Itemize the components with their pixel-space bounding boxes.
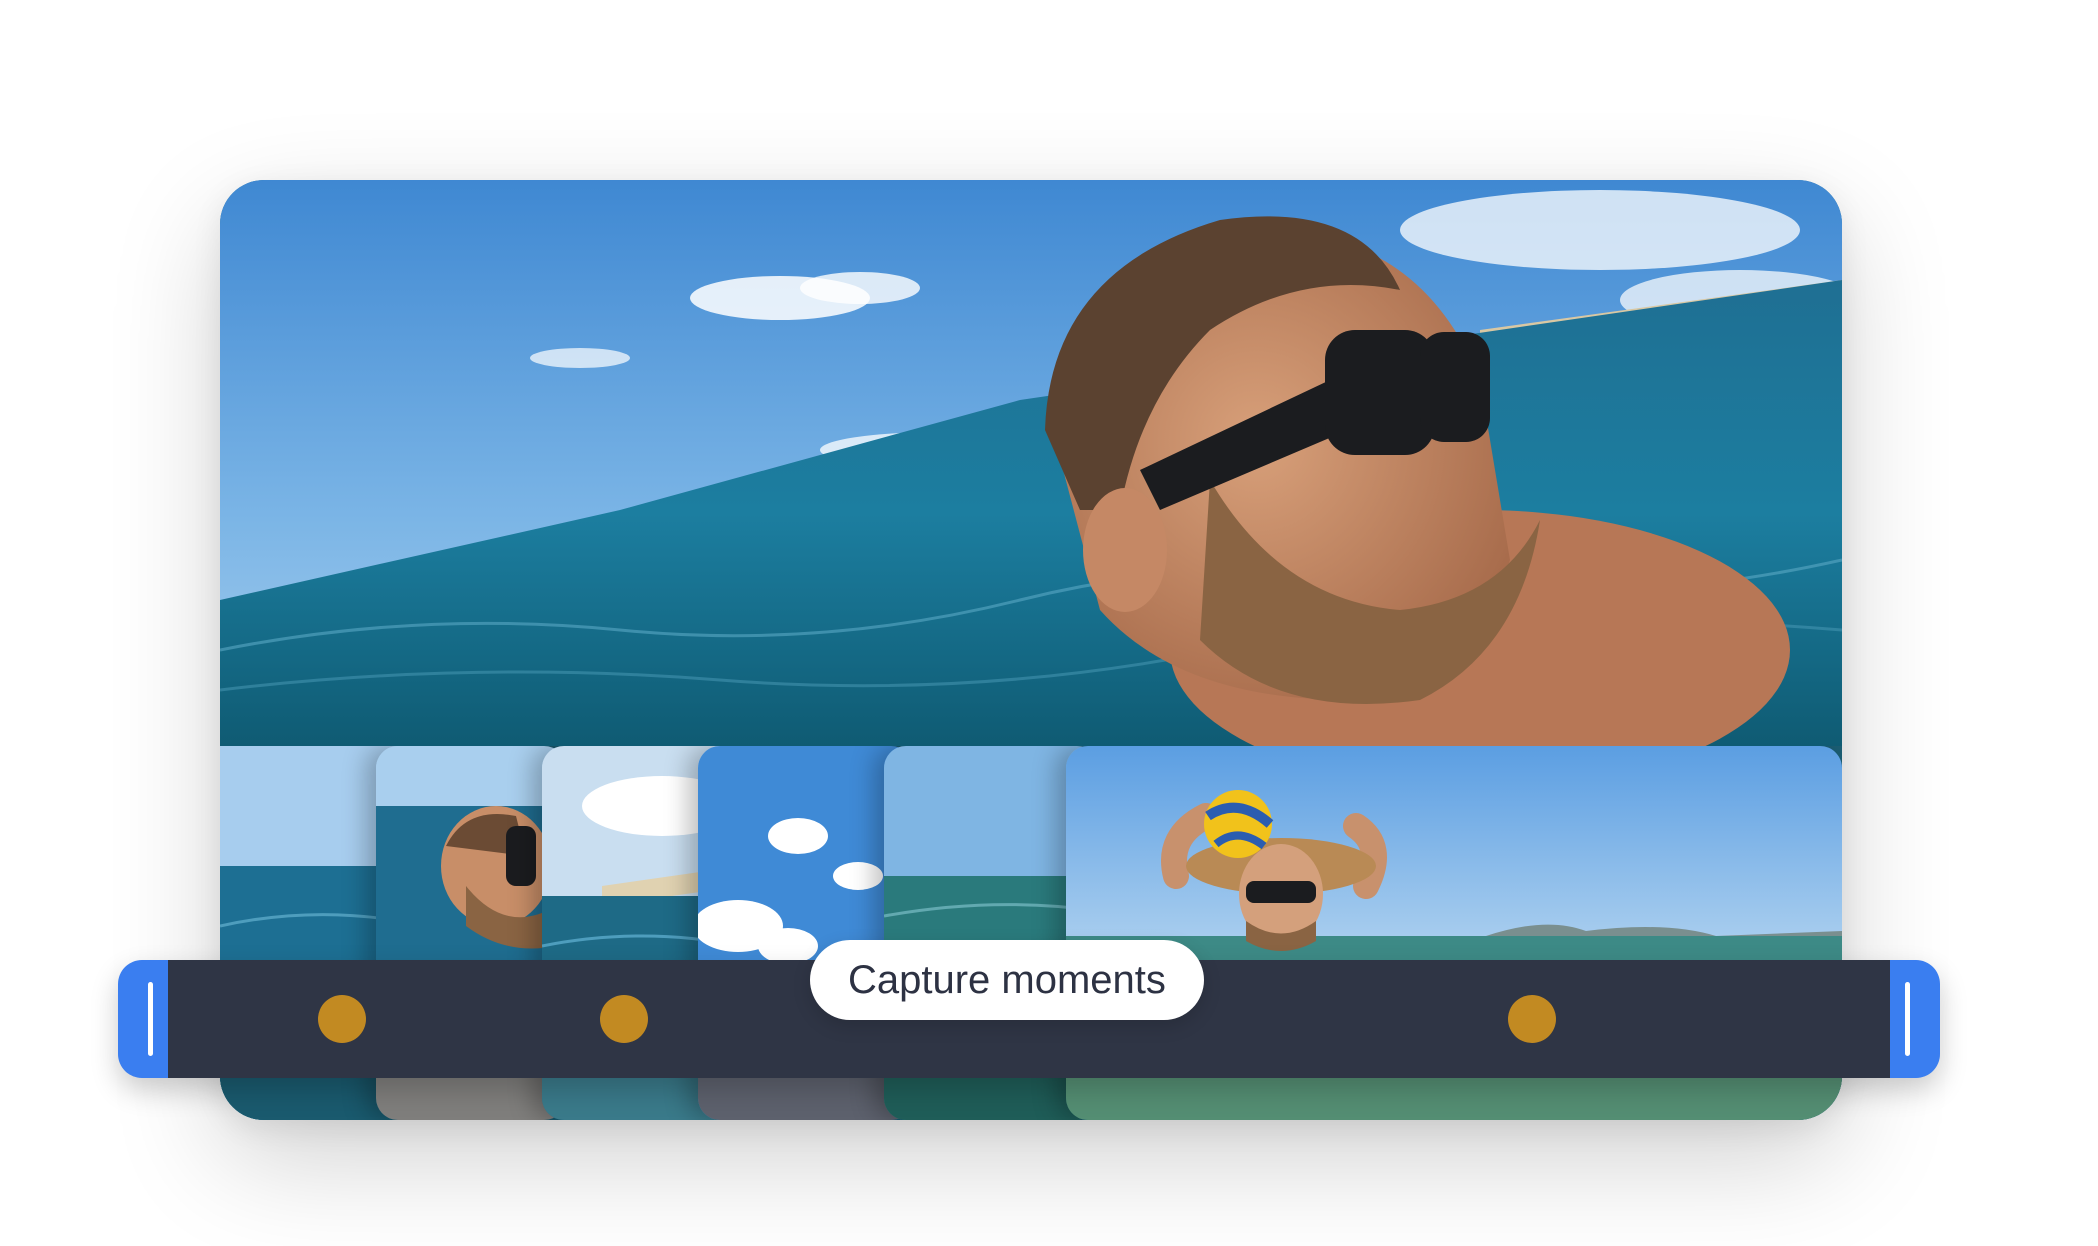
grip-icon [1905, 982, 1910, 1056]
moment-marker-2[interactable] [600, 995, 648, 1043]
trim-handle-right[interactable] [1890, 960, 1940, 1078]
moment-marker-1[interactable] [318, 995, 366, 1043]
trim-handle-left[interactable] [118, 960, 168, 1078]
preview-frame-image [220, 180, 1842, 746]
capture-moments-label: Capture moments [848, 957, 1166, 1002]
capture-moments-tooltip: Capture moments [810, 940, 1204, 1020]
moment-marker-3[interactable] [1508, 995, 1556, 1043]
video-preview[interactable] [220, 180, 1842, 746]
grip-icon [148, 982, 153, 1056]
app-stage: Capture moments [0, 0, 2098, 1246]
